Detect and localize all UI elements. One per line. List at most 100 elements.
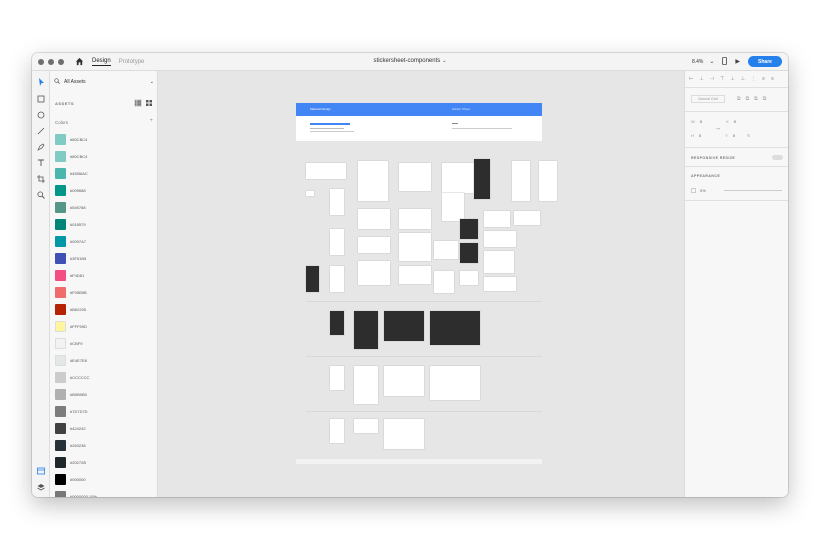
y-field[interactable]: 0 (733, 133, 735, 138)
color-swatch-item[interactable]: #CCCCCC (55, 369, 153, 386)
color-swatch-item[interactable]: #018579 (55, 216, 153, 233)
artboard-thumbnail[interactable] (460, 243, 478, 263)
color-swatch-item[interactable]: #20272B (55, 454, 153, 471)
zoom-tool-icon[interactable] (36, 190, 46, 200)
artboard-thumbnail[interactable] (354, 366, 378, 404)
list-view-icon[interactable] (134, 99, 142, 107)
home-icon[interactable] (74, 57, 84, 67)
pen-tool-icon[interactable] (36, 142, 46, 152)
color-swatch-item[interactable]: #3F51B5 (55, 250, 153, 267)
artboard-thumbnail[interactable] (354, 419, 378, 433)
color-swatch-item[interactable]: #B0B0B0 (55, 386, 153, 403)
artboard-thumbnail[interactable] (330, 229, 344, 255)
boolean-exclude-icon[interactable]: ⧉ (763, 96, 767, 102)
color-swatch-item[interactable]: #F4D81 (55, 267, 153, 284)
artboard-tool-icon[interactable] (36, 174, 46, 184)
rotate-icon[interactable]: ↻ (747, 133, 750, 138)
layers-panel-icon[interactable] (36, 482, 46, 492)
opacity-slider[interactable] (723, 190, 782, 191)
artboard-thumbnail[interactable] (330, 189, 344, 215)
select-tool-icon[interactable] (36, 77, 46, 87)
artboard-thumbnail[interactable] (484, 251, 514, 273)
maximize-window-button[interactable] (58, 58, 64, 65)
play-icon[interactable]: ▶ (735, 58, 740, 65)
artboard-thumbnail[interactable] (474, 159, 490, 199)
artboard-thumbnail[interactable] (514, 211, 540, 225)
artboard-thumbnail[interactable] (484, 211, 510, 227)
artboard-thumbnail[interactable] (399, 209, 431, 229)
artboard-thumbnail[interactable] (354, 311, 378, 349)
rectangle-tool-icon[interactable] (36, 94, 46, 104)
tab-prototype[interactable]: Prototype (119, 59, 145, 65)
align-left-icon[interactable]: ⊢ (689, 76, 693, 82)
distribute-horizontal-icon[interactable]: ≡ (771, 76, 774, 82)
document-title[interactable]: stickersheet-components ⌄ (32, 58, 788, 64)
ellipse-tool-icon[interactable] (36, 110, 46, 120)
device-preview-icon[interactable] (722, 56, 728, 67)
x-field[interactable]: 0 (734, 119, 736, 124)
color-swatch-item[interactable]: #4DB6AC (55, 165, 153, 182)
artboard-thumbnail[interactable] (384, 311, 424, 341)
line-tool-icon[interactable] (36, 126, 46, 136)
artboard-thumbnail[interactable] (306, 266, 319, 292)
artboard-thumbnail[interactable] (384, 419, 424, 449)
component-state-field[interactable]: Normal Grid (691, 95, 725, 103)
artboard-thumbnail[interactable] (434, 241, 458, 259)
color-swatch-item[interactable]: #E4E7E8 (55, 352, 153, 369)
distribute-vertical-icon[interactable]: ≡ (762, 76, 765, 82)
artboard-thumbnail[interactable] (442, 193, 464, 221)
artboard-thumbnail[interactable] (358, 237, 390, 253)
artboard-thumbnail[interactable] (430, 311, 480, 345)
artboard-thumbnail[interactable] (512, 161, 530, 201)
height-field[interactable]: 0 (699, 133, 701, 138)
artboard-thumbnail[interactable] (306, 191, 314, 196)
responsive-resize-toggle[interactable] (772, 155, 783, 160)
sticker-sheet-header-board[interactable]: Material Design Sticker Sheet (296, 103, 542, 141)
zoom-level[interactable]: 8.4% (692, 59, 703, 65)
share-button[interactable]: Share (748, 56, 782, 67)
color-swatch-item[interactable]: #F05B5B (55, 284, 153, 301)
artboard-thumbnail[interactable] (358, 161, 388, 201)
text-tool-icon[interactable] (36, 158, 46, 168)
color-swatch-item[interactable]: #0097A7 (55, 233, 153, 250)
artboard-thumbnail[interactable] (330, 266, 344, 292)
lock-ratio-icon[interactable]: ⊶ (716, 126, 720, 131)
color-swatch-item[interactable]: #424242 (55, 420, 153, 437)
artboard-thumbnail[interactable] (358, 209, 390, 229)
assets-filter-dropdown[interactable]: All Assets ⌄ (54, 77, 154, 86)
close-window-button[interactable] (38, 58, 44, 65)
align-bottom-icon[interactable]: ⊥ (741, 76, 745, 82)
color-swatch-item[interactable]: #80CBC4 (55, 131, 153, 148)
align-right-icon[interactable]: ⊣ (710, 76, 714, 82)
boolean-subtract-icon[interactable]: ⧉ (746, 96, 750, 102)
tab-design[interactable]: Design (92, 58, 111, 66)
artboard-thumbnail[interactable] (330, 311, 344, 335)
artboard-thumbnail[interactable] (539, 161, 557, 201)
color-swatch-item[interactable]: #B62205 (55, 301, 153, 318)
artboard-thumbnail[interactable] (399, 266, 431, 284)
artboard-thumbnail[interactable] (460, 271, 478, 285)
artboard-thumbnail[interactable] (330, 419, 344, 443)
design-canvas[interactable]: Material Design Sticker Sheet (158, 71, 684, 497)
boolean-intersect-icon[interactable]: ⧉ (754, 96, 758, 102)
color-swatch-item[interactable]: #FFF59D (55, 318, 153, 335)
color-swatch-item[interactable]: #549788 (55, 199, 153, 216)
artboard-thumbnail[interactable] (430, 366, 480, 400)
align-middle-icon[interactable]: ⊥ (730, 76, 734, 82)
artboard-thumbnail[interactable] (484, 277, 516, 291)
artboard-thumbnail[interactable] (442, 163, 474, 193)
artboard-thumbnail[interactable] (434, 271, 454, 293)
color-swatch-item[interactable]: #CBF9 (55, 335, 153, 352)
artboard-thumbnail[interactable] (384, 366, 424, 396)
artboard-thumbnail[interactable] (306, 163, 346, 179)
width-field[interactable]: 0 (700, 119, 702, 124)
color-swatch-item[interactable]: #0000000 10% (55, 488, 153, 497)
artboard-thumbnail[interactable] (358, 261, 390, 285)
minimize-window-button[interactable] (48, 58, 54, 65)
boolean-union-icon[interactable]: ⧉ (737, 96, 741, 102)
color-swatch-item[interactable]: #000000 (55, 471, 153, 488)
opacity-value[interactable]: 0% (700, 188, 706, 193)
align-top-icon[interactable]: ⊤ (720, 76, 724, 82)
align-center-icon[interactable]: ⊥ (699, 76, 703, 82)
chevron-down-icon[interactable]: ⌄ (709, 58, 714, 65)
